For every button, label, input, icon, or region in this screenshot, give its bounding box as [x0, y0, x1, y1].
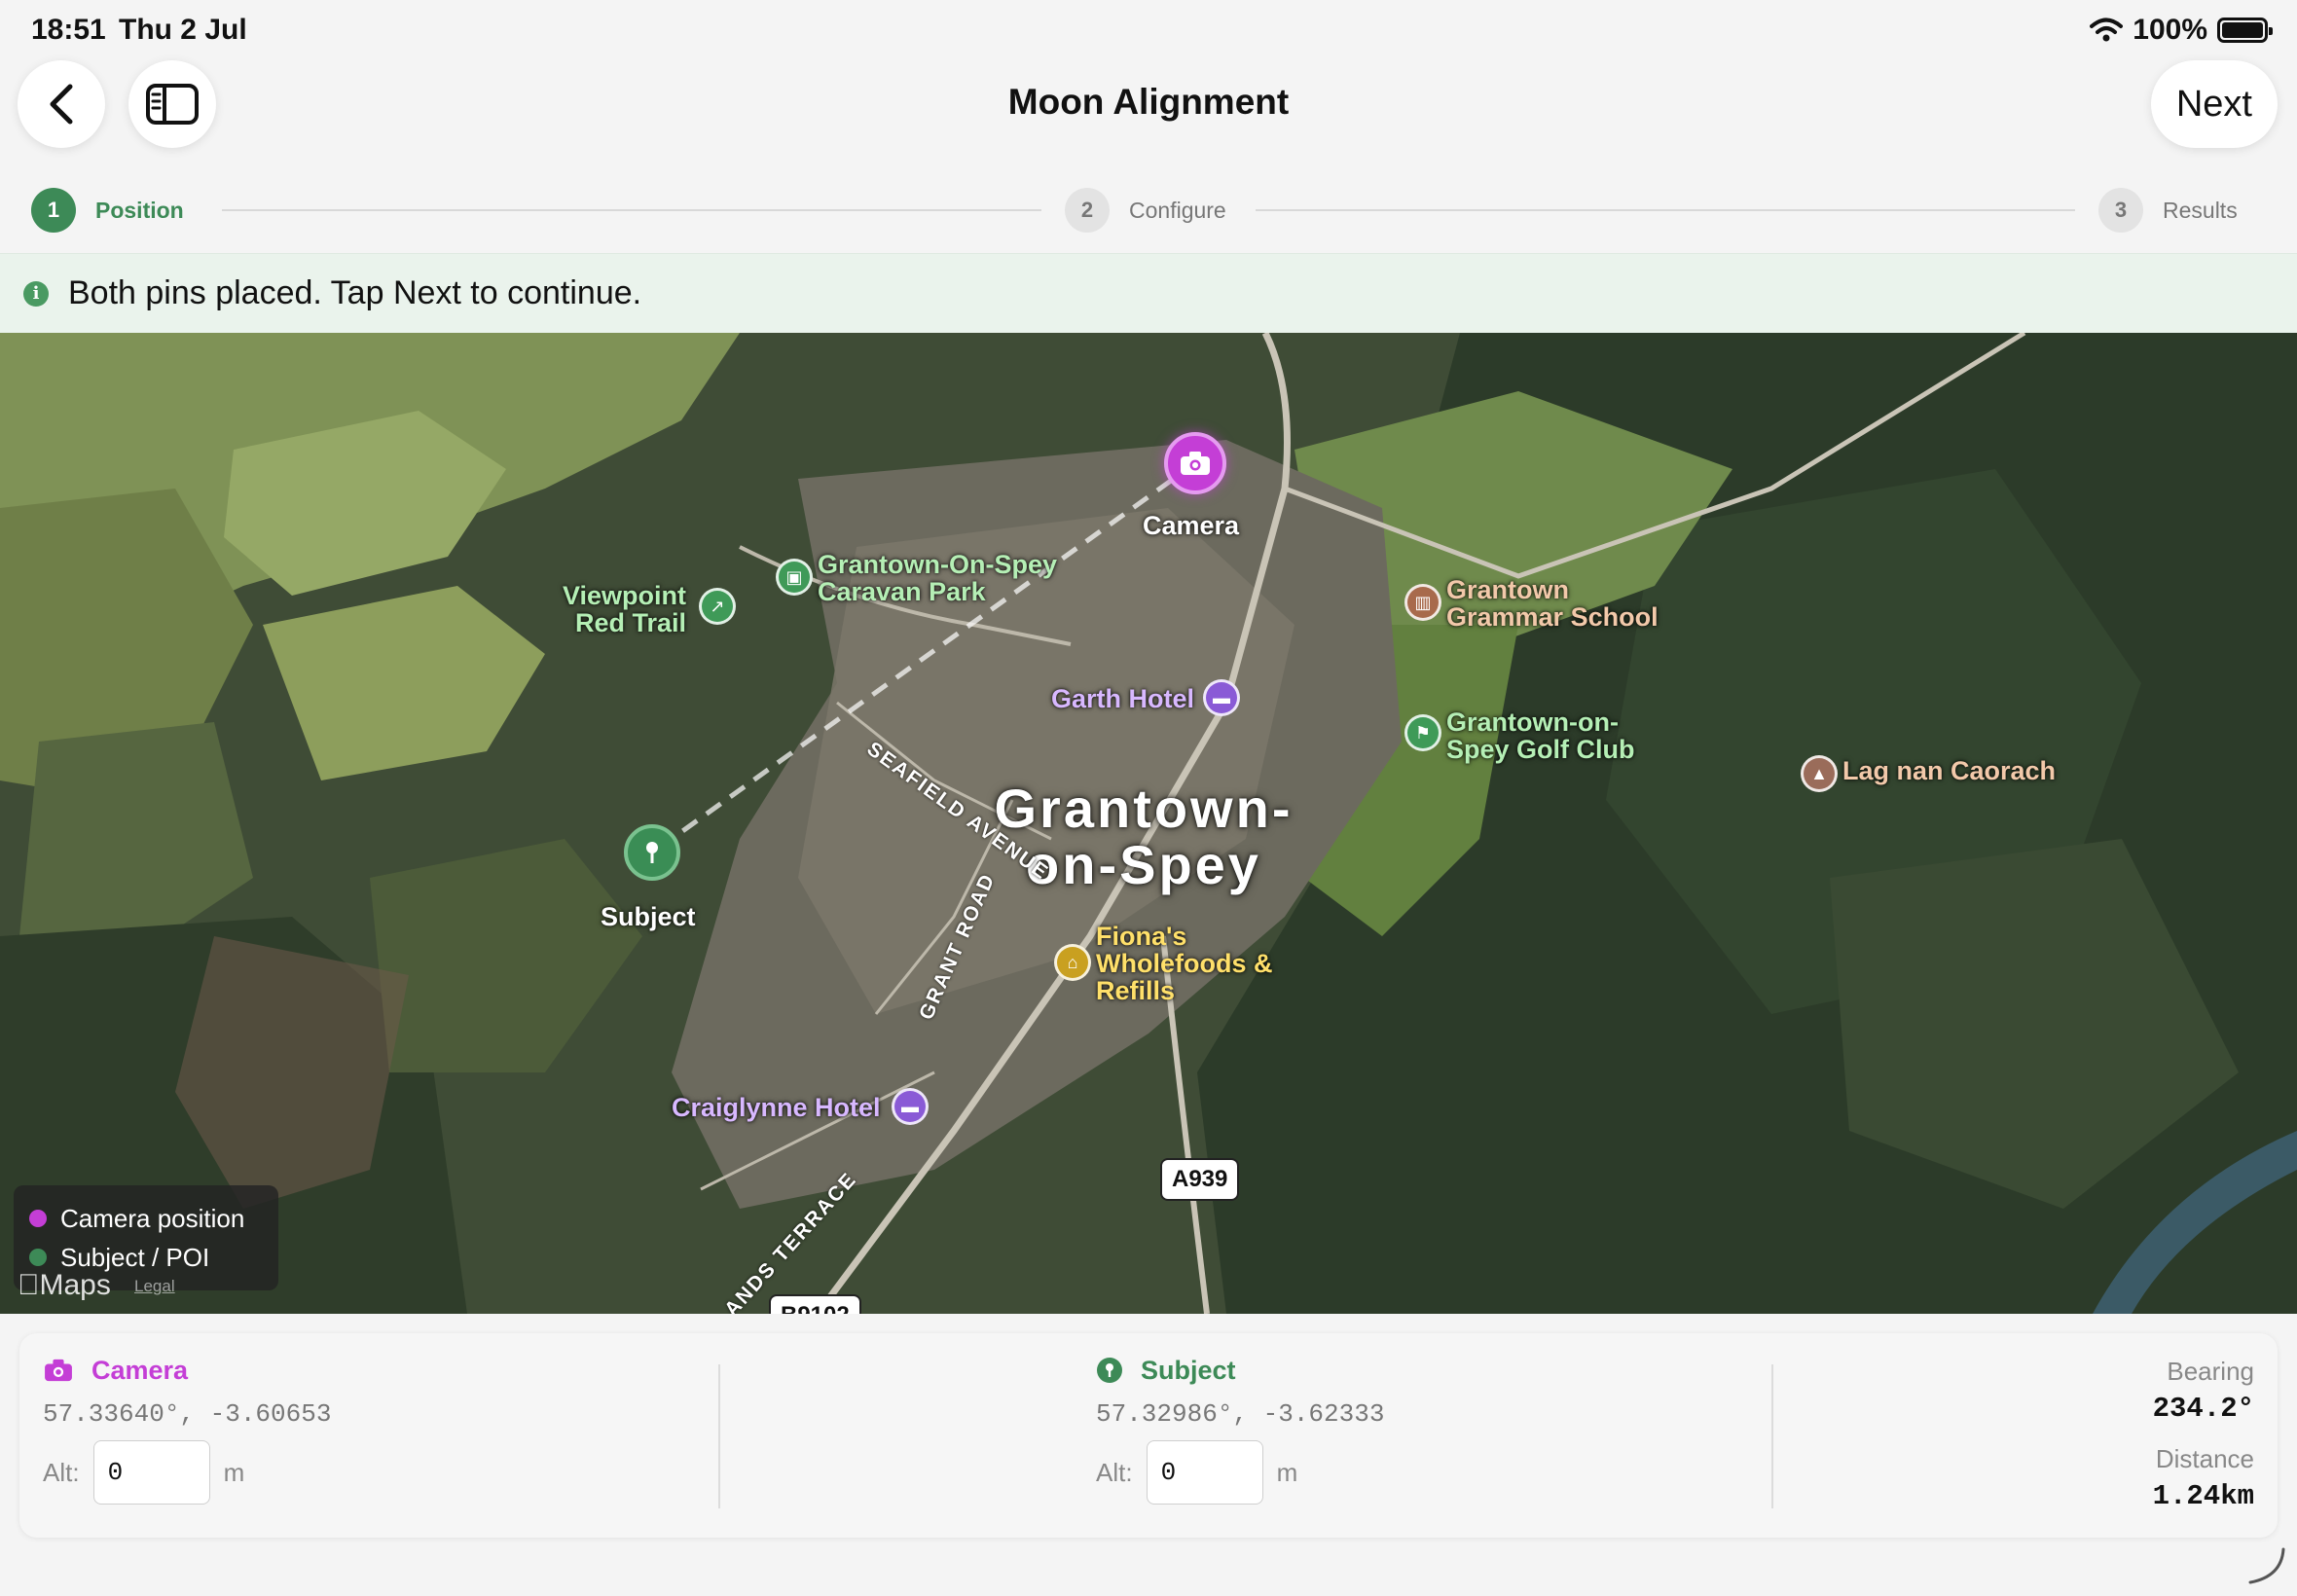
status-date: Thu 2 Jul [119, 14, 247, 46]
camera-section: Camera 57.33640°, -3.60653 Alt: m [43, 1353, 331, 1505]
poi-caravan-park-label: Grantown-On-Spey Caravan Park [818, 550, 1058, 606]
step-label: Configure [1129, 197, 1226, 223]
panel-divider [718, 1364, 720, 1508]
step-label: Position [95, 197, 184, 223]
step-results[interactable]: 3 Results [2098, 188, 2238, 233]
panel-divider [1771, 1364, 1773, 1508]
step-position[interactable]: 1 Position [31, 188, 184, 233]
pin-icon [646, 842, 658, 863]
maps-attribution-label: Maps [18, 1269, 111, 1301]
shop-icon[interactable]: ⌂ [1054, 944, 1091, 981]
distance-label: Distance [2155, 1444, 2254, 1473]
subject-alt-unit: m [1276, 1457, 1298, 1487]
distance-readout: Distance 1.24km [2153, 1444, 2254, 1512]
maps-attribution: Maps [18, 1269, 111, 1302]
road-shield-a939: A939 [1162, 1160, 1238, 1199]
hotel-icon[interactable]: ▬ [1203, 679, 1240, 716]
caravan-icon[interactable]: ▣ [776, 559, 813, 596]
battery-icon [2217, 18, 2273, 43]
poi-golf-club-label: Grantown-on- Spey Golf Club [1446, 707, 1635, 764]
legend-subject-label: Subject / POI [60, 1242, 210, 1272]
next-button[interactable]: Next [2150, 60, 2278, 148]
golf-icon[interactable]: ⚑ [1404, 714, 1441, 751]
loading-spinner-icon [2248, 1547, 2285, 1584]
step-connector [222, 209, 1041, 211]
step-label: Results [2163, 197, 2238, 223]
info-icon: i [23, 280, 49, 307]
camera-alt-unit: m [223, 1457, 245, 1487]
legend-camera: Camera position [29, 1199, 263, 1238]
road-shield-b9102: B9102 [771, 1296, 859, 1314]
subject-pin[interactable] [624, 824, 680, 881]
wifi-icon [2090, 18, 2124, 42]
poi-fionas-label: Fiona's Wholefoods & Refills [1096, 922, 1273, 1005]
landmark-icon[interactable]: ▲ [1801, 755, 1838, 792]
camera-pin-label: Camera [1143, 511, 1240, 540]
legend-camera-label: Camera position [60, 1203, 245, 1233]
legal-link[interactable]: Legal [134, 1277, 175, 1296]
info-banner-text: Both pins placed. Tap Next to continue. [68, 274, 642, 311]
poi-grammar-school-label: Grantown Grammar School [1446, 575, 1659, 632]
step-connector [1256, 209, 2075, 211]
satellite-map[interactable]: Grantown- on-Spey Camera Subject Viewpoi… [0, 333, 2297, 1314]
bearing-value: 234.2° [2152, 1393, 2254, 1425]
poi-lag-nan-caorach-label: Lag nan Caorach [1842, 756, 2057, 785]
legend-dot-subject [29, 1249, 47, 1266]
camera-coords: 57.33640°, -3.60653 [43, 1399, 332, 1429]
camera-pin[interactable] [1164, 432, 1226, 494]
status-indicators: 100% [2090, 14, 2273, 47]
step-number: 2 [1065, 188, 1110, 233]
subject-alt-label: Alt: [1096, 1457, 1133, 1487]
hotel-icon[interactable]: ▬ [892, 1088, 929, 1125]
poi-viewpoint-label: Viewpoint Red Trail [563, 581, 687, 637]
step-number: 1 [31, 188, 76, 233]
pin-icon [1097, 1358, 1122, 1383]
bearing-label: Bearing [2167, 1357, 2254, 1386]
step-configure[interactable]: 2 Configure [1065, 188, 1226, 233]
status-bar: 18:51 Thu 2 Jul 100% [0, 0, 2297, 60]
subject-coords: 57.32986°, -3.62333 [1096, 1399, 1385, 1429]
stepper: 1 Position 2 Configure 3 Results [0, 180, 2297, 240]
subject-pin-label: Subject [601, 902, 696, 931]
camera-alt-label: Alt: [43, 1457, 80, 1487]
camera-icon [1181, 452, 1210, 475]
poi-craiglynne-label: Craiglynne Hotel [672, 1093, 881, 1122]
distance-value: 1.24km [2152, 1480, 2254, 1512]
subject-section: Subject 57.32986°, -3.62333 Alt: m [1096, 1353, 1384, 1505]
camera-title: Camera [91, 1355, 189, 1385]
legend-dot-camera [29, 1210, 47, 1227]
coordinates-panel: Camera 57.33640°, -3.60653 Alt: m Subjec… [19, 1333, 2278, 1538]
camera-altitude-field[interactable] [92, 1440, 210, 1505]
subject-title: Subject [1141, 1355, 1236, 1385]
battery-percent: 100% [2133, 14, 2207, 46]
info-banner: i Both pins placed. Tap Next to continue… [0, 253, 2297, 333]
viewpoint-icon[interactable]: ↗ [699, 588, 736, 625]
camera-icon [45, 1359, 72, 1382]
page-title: Moon Alignment [1007, 82, 1290, 122]
step-number: 3 [2098, 188, 2143, 233]
status-time: 18:51 [31, 14, 106, 46]
subject-altitude-field[interactable] [1146, 1440, 1263, 1505]
school-icon[interactable]: ▥ [1404, 584, 1441, 621]
bearing-readout: Bearing 234.2° [2153, 1357, 2254, 1425]
poi-garth-hotel-label: Garth Hotel [1051, 684, 1195, 713]
